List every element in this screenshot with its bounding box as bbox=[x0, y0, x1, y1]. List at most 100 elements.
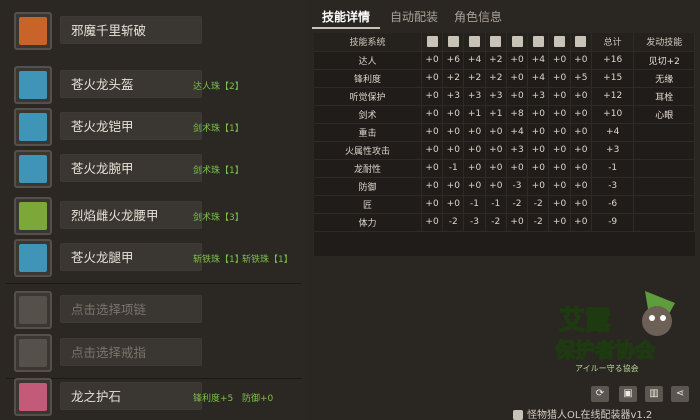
skill-value: -1 bbox=[463, 195, 486, 214]
skill-value: +0 bbox=[506, 87, 529, 106]
equipment-name[interactable]: 烈焰雌火龙腰甲 bbox=[60, 201, 202, 229]
skill-total: +15 bbox=[591, 69, 635, 88]
slot-icon-frame[interactable] bbox=[14, 334, 52, 372]
logo-line2: 保护者协会 bbox=[554, 338, 655, 362]
skill-value: +4 bbox=[527, 51, 550, 70]
tab-auto-build[interactable]: 自动配装 bbox=[386, 7, 442, 29]
skill-total: +4 bbox=[591, 123, 635, 142]
skill-value: +0 bbox=[463, 141, 486, 160]
equipment-slot[interactable]: 苍火龙腕甲 剑术珠【1】 bbox=[14, 150, 304, 188]
equipment-name[interactable]: 龙之护石 bbox=[60, 382, 202, 410]
skill-value: +0 bbox=[442, 123, 465, 142]
table-row: 龙耐性 +0 -1 +0 +0 +0 +0 +0 +0 -1 bbox=[314, 159, 695, 178]
active-skill: 心眼 bbox=[633, 105, 695, 124]
slot-icon-frame[interactable] bbox=[14, 378, 52, 416]
equipment-name[interactable]: 点击选择戒指 bbox=[60, 338, 202, 366]
footer-text: 怪物猎人OL在线配装器v1.2 bbox=[527, 410, 653, 420]
header-necklace-icon bbox=[548, 33, 571, 52]
slot-icon-frame[interactable] bbox=[14, 150, 52, 188]
slot-icon-frame[interactable] bbox=[14, 66, 52, 104]
skill-total: +3 bbox=[591, 141, 635, 160]
skill-value: +4 bbox=[463, 51, 486, 70]
decoration-label: 剑术珠【1】 bbox=[193, 124, 244, 134]
active-skill: 耳栓 bbox=[633, 87, 695, 106]
skill-value: +0 bbox=[485, 159, 507, 178]
delete-button[interactable]: ▥ bbox=[645, 386, 663, 402]
skill-name: 防御 bbox=[314, 177, 422, 196]
equipment-name[interactable]: 苍火龙头盔 bbox=[60, 70, 202, 98]
equipment-slot[interactable]: 龙之护石 锋利度+5 防御+0 bbox=[14, 378, 304, 416]
skill-value: +0 bbox=[421, 87, 444, 106]
skill-value: +0 bbox=[548, 141, 571, 160]
equipment-slot[interactable]: 烈焰雌火龙腰甲 剑术珠【3】 bbox=[14, 197, 304, 235]
equipment-slot[interactable]: 苍火龙头盔 达人珠【2】 bbox=[14, 66, 304, 104]
divider bbox=[6, 283, 302, 284]
skill-value: +0 bbox=[527, 123, 550, 142]
skill-value: +0 bbox=[527, 105, 550, 124]
skill-table: 技能系统 总计 发动技能 达人 +0 +6 +4 +2 +0 +4 +0 +0 +16 见切+2 锋利度… bbox=[314, 33, 695, 256]
skill-name: 重击 bbox=[314, 123, 422, 142]
skill-value: +2 bbox=[442, 69, 465, 88]
skill-value: +0 bbox=[548, 51, 571, 70]
load-button[interactable]: ⟳ bbox=[591, 386, 609, 402]
skill-value: +2 bbox=[463, 69, 486, 88]
equipment-slot[interactable]: 苍火龙铠甲 剑术珠【1】 bbox=[14, 108, 304, 146]
slot-icon-frame[interactable] bbox=[14, 197, 52, 235]
header-active: 发动技能 bbox=[633, 33, 695, 52]
equipment-name[interactable]: 点击选择项链 bbox=[60, 295, 202, 323]
logo-line3: アイルー守る協会 bbox=[575, 363, 639, 373]
skill-value: +0 bbox=[506, 213, 529, 232]
skill-value: +8 bbox=[506, 105, 529, 124]
equipment-name[interactable]: 邪魔千里斩破 bbox=[60, 16, 202, 44]
helmet-icon bbox=[447, 36, 459, 48]
slot-icon-frame[interactable] bbox=[14, 108, 52, 146]
slot-icon-frame[interactable] bbox=[14, 239, 52, 277]
skill-total: -6 bbox=[591, 195, 635, 214]
header-helmet-icon bbox=[442, 33, 465, 52]
equipment-slot[interactable]: 邪魔千里斩破 bbox=[14, 12, 304, 50]
skill-value: +0 bbox=[485, 177, 507, 196]
skill-value: -2 bbox=[527, 195, 550, 214]
tab-character-info[interactable]: 角色信息 bbox=[450, 7, 506, 29]
tab-skill-details[interactable]: 技能详情 bbox=[312, 7, 380, 29]
skill-value: +0 bbox=[485, 141, 507, 160]
skill-value: +2 bbox=[485, 69, 507, 88]
table-row: 匠 +0 +0 -1 -1 -2 -2 +0 +0 -6 bbox=[314, 195, 695, 214]
skill-value: +3 bbox=[527, 87, 550, 106]
header-total: 总计 bbox=[591, 33, 635, 52]
table-row: 剑术 +0 +0 +1 +1 +8 +0 +0 +0 +10 心眼 bbox=[314, 105, 695, 124]
skill-value: +0 bbox=[570, 87, 592, 106]
header-weapon-icon bbox=[421, 33, 444, 52]
decoration-label: 剑术珠【1】 bbox=[193, 166, 244, 176]
skill-value: +3 bbox=[506, 141, 529, 160]
share-button[interactable]: ⋖ bbox=[671, 386, 689, 402]
logo-line1: 艾露 bbox=[559, 306, 612, 336]
skill-value: +0 bbox=[527, 159, 550, 178]
header-chest-armor-icon bbox=[463, 33, 486, 52]
skill-name: 达人 bbox=[314, 51, 422, 70]
skill-value: -1 bbox=[442, 159, 465, 178]
skill-name: 龙耐性 bbox=[314, 159, 422, 178]
header-waist-armor-icon bbox=[506, 33, 529, 52]
equipment-name[interactable]: 苍火龙腕甲 bbox=[60, 154, 202, 182]
skill-value: +6 bbox=[442, 51, 465, 70]
skill-value: +0 bbox=[570, 123, 592, 142]
skill-value: -3 bbox=[463, 213, 486, 232]
slot-icon-frame[interactable] bbox=[14, 12, 52, 50]
skill-value: +0 bbox=[421, 123, 444, 142]
equipment-slot[interactable]: 苍火龙腿甲 斩铁珠【1】 斩铁珠【1】 bbox=[14, 239, 304, 277]
weapon-icon bbox=[426, 36, 438, 48]
equipment-slot[interactable]: 点击选择项链 bbox=[14, 291, 304, 329]
save-button[interactable]: ▣ bbox=[619, 386, 637, 402]
skill-value: +0 bbox=[527, 141, 550, 160]
slot-icon-frame[interactable] bbox=[14, 291, 52, 329]
skill-value: +0 bbox=[548, 159, 571, 178]
load-icon: ⟳ bbox=[595, 388, 605, 399]
equipment-name[interactable]: 苍火龙腿甲 bbox=[60, 243, 202, 271]
equipment-slot[interactable]: 点击选择戒指 bbox=[14, 334, 304, 372]
footer: 怪物猎人OL在线配装器v1.2 bbox=[513, 406, 652, 420]
skill-value: +3 bbox=[442, 87, 465, 106]
skill-value: +0 bbox=[421, 105, 444, 124]
equipment-name[interactable]: 苍火龙铠甲 bbox=[60, 112, 202, 140]
header-arm-armor-icon bbox=[485, 33, 507, 52]
